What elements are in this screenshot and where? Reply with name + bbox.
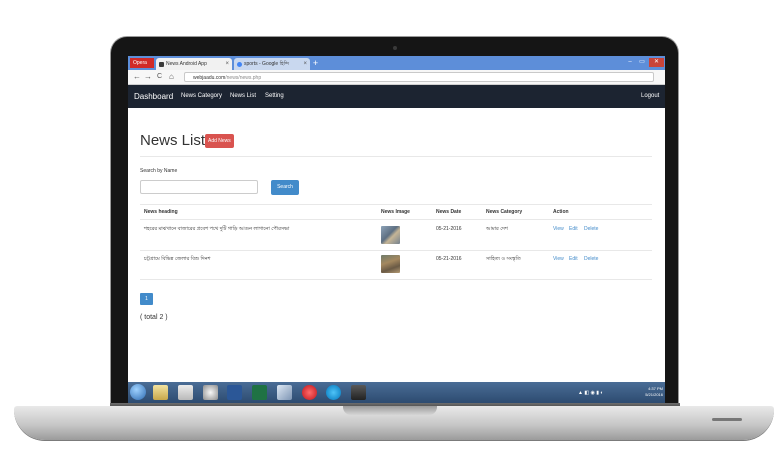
close-icon[interactable]: ×	[225, 58, 229, 70]
browser-address-bar: ← → C ⌂ webjaadu.com/news/news.php	[128, 70, 665, 85]
word-icon[interactable]	[227, 385, 242, 400]
minimize-button[interactable]: –	[624, 58, 636, 67]
clock-date: 5/21/2016	[645, 392, 663, 397]
col-header-image: News Image	[381, 209, 410, 215]
col-header-category: News Category	[486, 209, 523, 215]
url-host: webjaadu.com	[193, 75, 226, 81]
row2-delete-link[interactable]: Delete	[584, 256, 598, 262]
search-button[interactable]: Search	[271, 180, 299, 195]
row1-view-link[interactable]: View	[553, 226, 564, 232]
opera-menu-button[interactable]: Opera	[130, 58, 154, 68]
media-player-icon[interactable]	[203, 385, 218, 400]
new-tab-button[interactable]: +	[311, 58, 320, 68]
row-divider	[140, 250, 652, 251]
google-icon	[237, 62, 242, 67]
nav-item-setting[interactable]: Setting	[265, 85, 284, 108]
row2-category: সাহিত্য ও সংস্কৃতি	[486, 256, 521, 262]
skype-icon[interactable]	[326, 385, 341, 400]
row2-news-image	[381, 255, 400, 273]
reload-icon[interactable]: C	[157, 71, 162, 83]
row2-edit-link[interactable]: Edit	[569, 256, 578, 262]
system-clock[interactable]: 4:37 PM 5/21/2016	[594, 386, 663, 400]
start-button[interactable]	[130, 384, 146, 400]
opera-icon[interactable]	[302, 385, 317, 400]
table-bottom-border	[140, 279, 652, 280]
paint-icon[interactable]	[277, 385, 292, 400]
nav-brand-dashboard[interactable]: Dashboard	[134, 85, 173, 108]
col-header-date: News Date	[436, 209, 462, 215]
table-header-border	[140, 219, 652, 220]
tab-news-android-app[interactable]: News Android App ×	[156, 58, 232, 70]
row1-heading: শহরের মাঝখানে বাজারের প্রবেশ পথে দুটি গা…	[144, 226, 290, 232]
col-header-heading: News heading	[144, 209, 178, 215]
folder-icon[interactable]	[153, 385, 168, 400]
close-icon[interactable]: ×	[303, 58, 307, 70]
maximize-button[interactable]: ▭	[636, 58, 648, 67]
divider	[140, 156, 652, 157]
page-icon	[159, 62, 164, 67]
excel-icon[interactable]	[252, 385, 267, 400]
laptop-notch	[343, 406, 437, 415]
home-icon[interactable]: ⌂	[169, 71, 174, 83]
back-icon[interactable]: ←	[133, 71, 141, 83]
add-news-button[interactable]: Add News	[205, 134, 234, 148]
page-title: News List	[140, 132, 206, 149]
app-icon[interactable]	[351, 385, 366, 400]
col-header-action: Action	[553, 209, 569, 215]
total-count: ( total 2 )	[140, 314, 168, 321]
row2-heading: চট্টগ্রামে বিভিন্ন জেলার বিশু দিনশ	[144, 256, 211, 262]
row2-date: 05-21-2016	[436, 256, 462, 262]
laptop-vent	[712, 418, 742, 421]
laptop-screen: Opera News Android App × sports - Google…	[128, 56, 665, 403]
browser-tab-bar: Opera News Android App × sports - Google…	[128, 56, 665, 70]
row1-date: 05-21-2016	[436, 226, 462, 232]
search-label: Search by Name	[140, 168, 178, 174]
row1-category: আমার দেশ	[486, 226, 508, 232]
nav-item-news-list[interactable]: News List	[230, 85, 256, 108]
url-path: /news/news.php	[225, 75, 262, 81]
row1-delete-link[interactable]: Delete	[584, 226, 598, 232]
tab-sports-google[interactable]: sports - Google হিন্দি ×	[234, 58, 310, 70]
tab-label: News Android App	[166, 61, 207, 67]
close-window-button[interactable]: ✕	[649, 58, 664, 67]
url-field[interactable]: webjaadu.com/news/news.php	[184, 72, 654, 82]
row1-edit-link[interactable]: Edit	[569, 226, 578, 232]
table-top-border	[140, 204, 652, 205]
row2-view-link[interactable]: View	[553, 256, 564, 262]
forward-icon[interactable]: →	[144, 71, 152, 83]
pagination-page-1[interactable]: 1	[140, 293, 153, 305]
tab-label: sports - Google হিন্দি	[244, 61, 290, 67]
logout-link[interactable]: Logout	[641, 85, 659, 108]
search-input[interactable]	[140, 180, 258, 194]
webcam	[393, 46, 397, 50]
nav-item-news-category[interactable]: News Category	[181, 85, 222, 108]
app-navbar: Dashboard News Category News List Settin…	[128, 85, 665, 108]
file-manager-icon[interactable]	[178, 385, 193, 400]
row1-news-image	[381, 226, 400, 244]
